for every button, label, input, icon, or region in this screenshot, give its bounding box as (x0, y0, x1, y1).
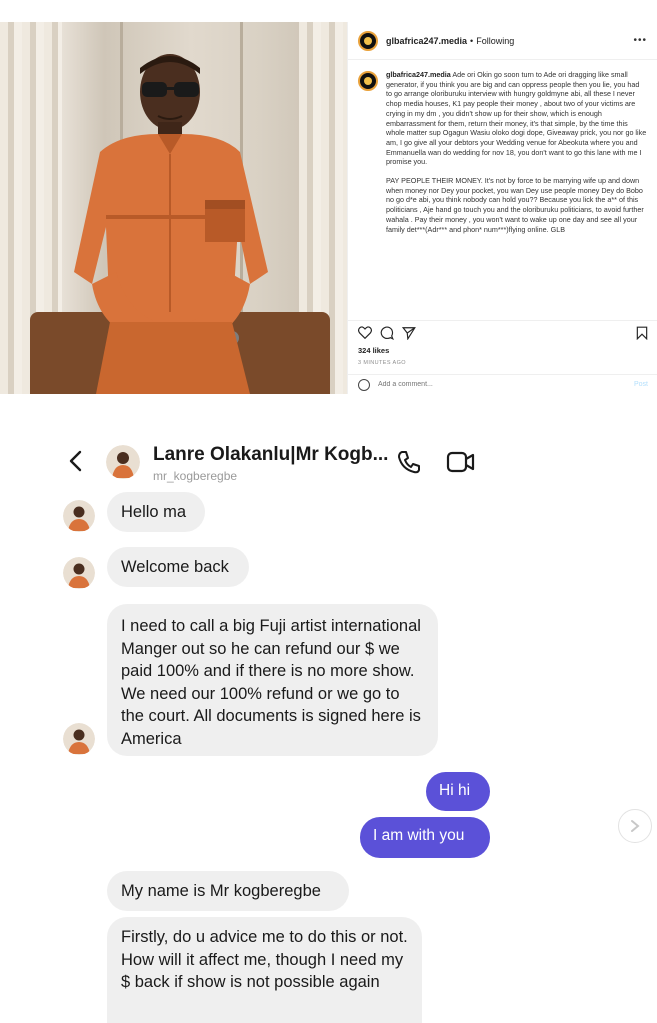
emoji-icon[interactable] (358, 378, 370, 391)
post-timestamp: 3 MINUTES AGO (358, 360, 406, 366)
message-bubble-incoming[interactable]: Welcome back (107, 547, 249, 587)
post-photo (0, 22, 347, 394)
account-avatar[interactable] (358, 30, 378, 51)
message-bubble-outgoing[interactable]: Hi hi (426, 772, 490, 811)
caption-body: glbafrica247.media Ade ori Okin go soon … (386, 70, 647, 320)
caption-paragraph-1: glbafrica247.media Ade ori Okin go soon … (386, 70, 647, 167)
post-header: glbafrica247.media • Following ••• (348, 22, 657, 60)
caption-text-1: Ade ori Okin go soon turn to Ade ori dra… (386, 70, 647, 167)
contact-handle: mr_kogberegbe (153, 469, 238, 483)
contact-name[interactable]: Lanre Olakanlu|Mr Kogb... (153, 444, 388, 466)
more-options-icon[interactable]: ••• (633, 35, 647, 46)
bookmark-icon[interactable] (636, 326, 648, 340)
video-icon[interactable] (446, 449, 476, 475)
account-username[interactable]: glbafrica247.media (386, 36, 467, 46)
post-side-panel: glbafrica247.media • Following ••• glbaf… (347, 22, 657, 394)
post-comment-button[interactable]: Post (634, 381, 648, 388)
comment-input[interactable] (378, 381, 578, 388)
comment-bar: Post (348, 374, 657, 394)
message-bubble-incoming[interactable]: Hello ma (107, 492, 205, 532)
dm-header: Lanre Olakanlu|Mr Kogb... mr_kogberegbe (0, 435, 657, 489)
post-caption: glbafrica247.media Ade ori Okin go soon … (348, 60, 657, 320)
next-icon[interactable] (618, 809, 652, 843)
man-in-orange-outfit (74, 54, 268, 394)
back-icon[interactable] (66, 449, 86, 473)
likes-count[interactable]: 324 likes (358, 346, 389, 355)
header-separator: • (470, 35, 474, 46)
call-icon[interactable] (396, 449, 422, 475)
sender-avatar[interactable] (63, 723, 95, 755)
sender-avatar[interactable] (63, 557, 95, 589)
caption-avatar[interactable] (358, 71, 378, 91)
heart-icon[interactable] (358, 326, 372, 339)
message-bubble-incoming[interactable]: I need to call a big Fuji artist interna… (107, 604, 438, 756)
caption-paragraph-2: PAY PEOPLE THEIR MONEY. It's not by forc… (386, 176, 644, 234)
direct-message-thread: Lanre Olakanlu|Mr Kogb... mr_kogberegbe … (0, 405, 657, 1023)
comment-icon[interactable] (380, 325, 394, 340)
following-button[interactable]: Following (476, 36, 514, 46)
caption-username[interactable]: glbafrica247.media (386, 70, 451, 79)
share-icon[interactable] (402, 326, 416, 340)
post-actions (348, 320, 657, 344)
message-bubble-outgoing[interactable]: I am with you (360, 817, 490, 858)
instagram-post: glbafrica247.media • Following ••• glbaf… (0, 22, 657, 394)
message-bubble-incoming[interactable]: My name is Mr kogberegbe (107, 871, 349, 911)
contact-avatar[interactable] (106, 445, 140, 479)
message-bubble-incoming[interactable]: Firstly, do u advice me to do this or no… (107, 917, 422, 1023)
sender-avatar[interactable] (63, 500, 95, 532)
